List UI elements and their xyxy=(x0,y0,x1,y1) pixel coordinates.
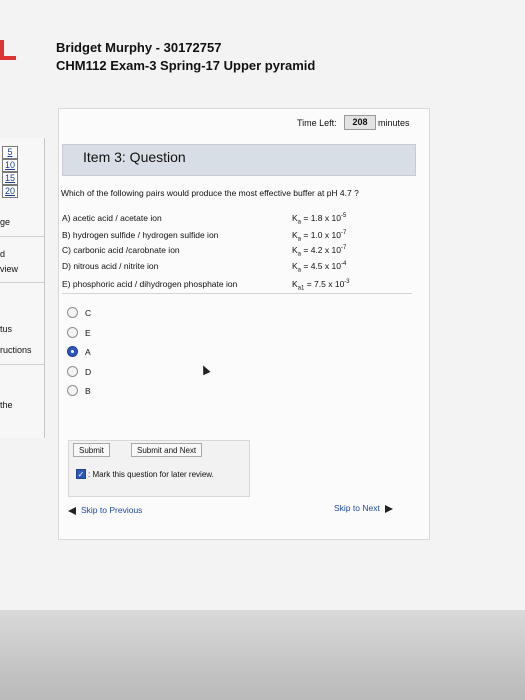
ka-number: = 1.8 x 10 xyxy=(301,213,341,223)
ka-number: = 1.0 x 10 xyxy=(301,230,341,240)
skip-previous-label: Skip to Previous xyxy=(81,505,143,515)
sidebar-question-10[interactable]: 10 xyxy=(2,159,18,172)
answer-label-b: B xyxy=(85,386,91,396)
skip-to-previous-link[interactable]: Skip to Previous xyxy=(68,505,142,515)
skip-next-label: Skip to Next xyxy=(334,503,380,513)
time-left-unit: minutes xyxy=(378,118,410,128)
sidebar-question-5[interactable]: 5 xyxy=(2,146,18,159)
answer-radio-c[interactable] xyxy=(67,307,78,318)
monitor-bezel xyxy=(0,610,525,700)
mark-review-label: : Mark this question for later review. xyxy=(88,470,214,479)
sidebar-question-20[interactable]: 20 xyxy=(2,185,18,198)
choice-text: E) phosphoric acid / dihydrogen phosphat… xyxy=(62,279,238,289)
sidebar-divider xyxy=(0,236,44,237)
item-title: Item 3: Question xyxy=(83,149,186,165)
sidebar-status-link[interactable]: tus xyxy=(0,324,12,334)
choice-text: D) nitrous acid / nitrite ion xyxy=(62,261,159,271)
ka-value: Ka = 1.8 x 10-5 xyxy=(292,213,346,226)
ka-exponent: -7 xyxy=(340,230,347,237)
ka-exponent: -5 xyxy=(340,213,347,220)
exam-title: CHM112 Exam-3 Spring-17 Upper pyramid xyxy=(56,58,316,73)
left-sidebar: 5 10 15 20 ge d view tus ructions the xyxy=(0,138,45,438)
ka-number: = 4.5 x 10 xyxy=(301,261,341,271)
ka-value: Ka = 4.2 x 10-7 xyxy=(292,245,346,258)
mark-review-checkbox[interactable]: ✓ xyxy=(76,469,86,479)
answer-label-e: E xyxy=(85,328,91,338)
brand-logo xyxy=(0,40,16,60)
arrow-left-icon xyxy=(68,506,76,515)
question-text: Which of the following pairs would produ… xyxy=(61,188,359,198)
submit-button[interactable]: Submit xyxy=(73,443,110,457)
ka-number: = 7.5 x 10 xyxy=(304,279,345,289)
sidebar-divider xyxy=(0,282,44,283)
skip-to-next-link[interactable]: Skip to Next xyxy=(334,503,393,513)
answer-radio-e[interactable] xyxy=(67,327,78,338)
answer-label-c: C xyxy=(85,308,92,318)
answer-label-d: D xyxy=(85,367,92,377)
ka-value: Ka = 4.5 x 10-4 xyxy=(292,261,346,274)
answer-radio-d[interactable] xyxy=(67,366,78,377)
ka-number: = 4.2 x 10 xyxy=(301,245,341,255)
sidebar-fragment-1: ge xyxy=(0,217,11,227)
ka-exponent: -7 xyxy=(340,245,347,252)
answer-radio-a[interactable] xyxy=(67,346,78,357)
sidebar-fragment-2: d xyxy=(0,249,6,259)
ka-value: Ka = 1.0 x 10-7 xyxy=(292,230,346,243)
choice-text: C) carbonic acid /carobnate ion xyxy=(62,245,180,255)
sidebar-review-link[interactable]: view xyxy=(0,264,18,274)
submit-and-next-button[interactable]: Submit and Next xyxy=(131,443,203,457)
ka-exponent: -4 xyxy=(340,261,347,268)
sidebar-fragment-6: the xyxy=(0,400,13,410)
ka-exponent: -3 xyxy=(344,279,350,286)
choice-text: B) hydrogen sulfide / hydrogen sulfide i… xyxy=(62,230,219,240)
answer-label-a: A xyxy=(85,347,91,357)
exam-screen: Bridget Murphy - 30172757 CHM112 Exam-3 … xyxy=(0,0,525,610)
choice-text: A) acetic acid / acetate ion xyxy=(62,213,162,223)
sidebar-instructions-link[interactable]: ructions xyxy=(0,345,32,355)
time-left-label: Time Left: xyxy=(297,118,337,128)
sidebar-question-15[interactable]: 15 xyxy=(2,172,18,185)
time-left-value: 208 xyxy=(344,115,376,130)
answer-radio-b[interactable] xyxy=(67,385,78,396)
arrow-right-icon xyxy=(384,504,393,513)
ka-value: Ka1 = 7.5 x 10-3 xyxy=(292,279,350,292)
sidebar-divider xyxy=(0,364,44,365)
choices-divider xyxy=(62,293,412,294)
student-name: Bridget Murphy - 30172757 xyxy=(56,40,222,55)
